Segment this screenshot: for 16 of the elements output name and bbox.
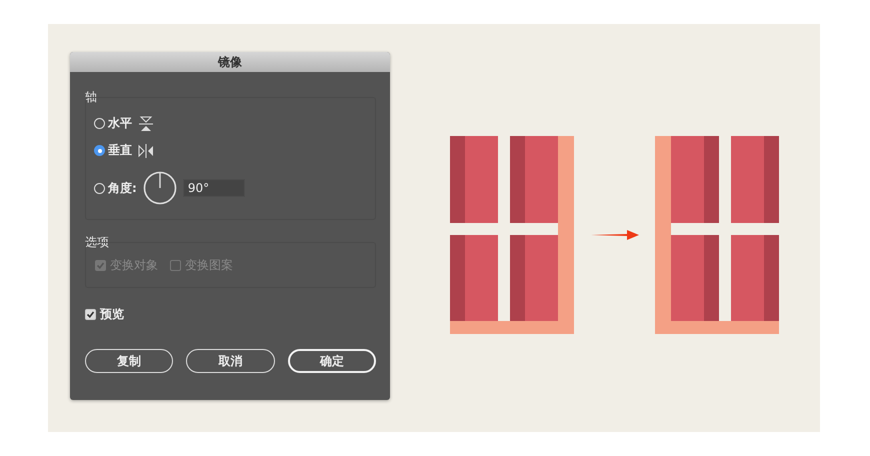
dialog-button[interactable]: 确定 — [288, 349, 376, 373]
dialog-button[interactable]: 复制 — [85, 349, 174, 373]
checkbox[interactable] — [85, 309, 96, 320]
radio-label: 水平 — [108, 115, 132, 132]
dialog-button[interactable]: 取消 — [186, 349, 275, 373]
radio-label: 垂直 — [108, 142, 132, 159]
radio-button[interactable] — [94, 182, 105, 194]
dialog-title: 镜像 — [70, 52, 390, 72]
radio-button[interactable] — [94, 145, 105, 156]
flip-horizontal-icon — [138, 116, 154, 132]
angle-dial-icon[interactable] — [142, 171, 177, 205]
radio-label: 角度: — [108, 180, 137, 196]
checkbox-label: 预览 — [100, 306, 124, 323]
angle-field[interactable]: 90° — [182, 179, 245, 197]
radio-button[interactable] — [94, 118, 105, 129]
flip-vertical-icon — [138, 142, 154, 158]
